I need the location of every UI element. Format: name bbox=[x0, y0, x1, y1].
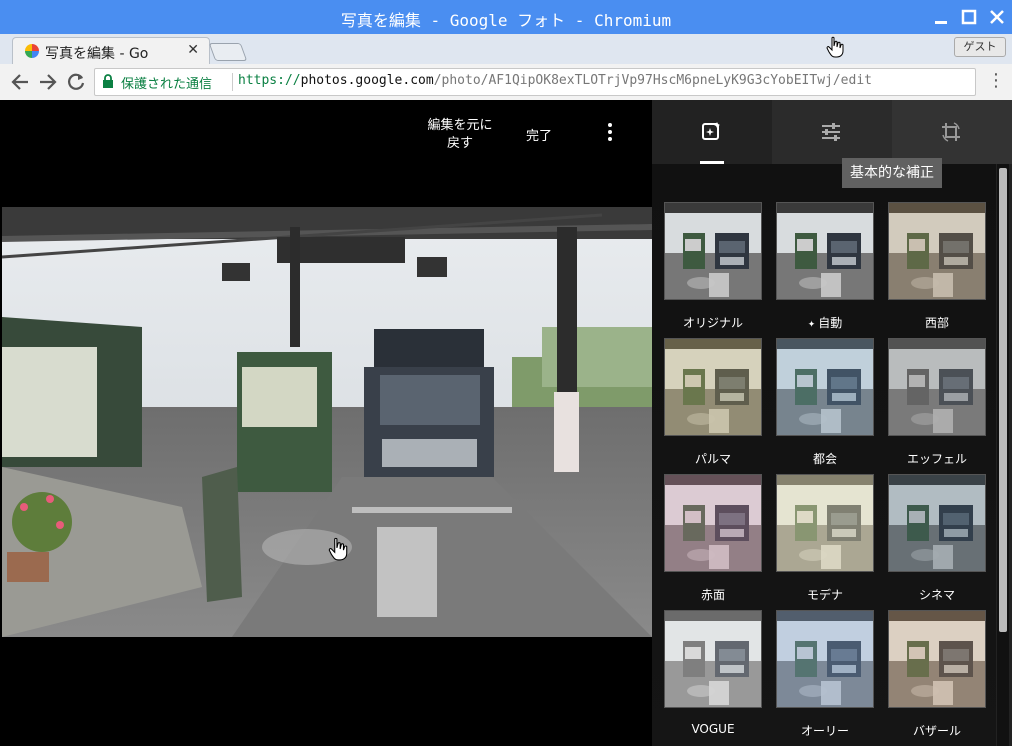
browser-toolbar: 保護された通信 https://photos.google.com/photo/… bbox=[0, 64, 1012, 101]
filter-thumbnail bbox=[664, 474, 762, 572]
filter-label-text: モデナ bbox=[806, 588, 843, 602]
filter-tile[interactable]: VOGUE bbox=[664, 610, 762, 736]
filter-label: ✦ 自動 bbox=[776, 314, 874, 331]
filter-tile[interactable]: パルマ bbox=[664, 338, 762, 467]
filter-thumbnail bbox=[888, 338, 986, 436]
window-titlebar: 写真を編集 - Google フォト - Chromium bbox=[0, 0, 1012, 34]
tab-title: 写真を編集 - Go bbox=[45, 46, 149, 62]
filter-thumbnail bbox=[776, 338, 874, 436]
done-button[interactable]: 完了 bbox=[526, 125, 552, 144]
panel-scrollbar-thumb[interactable] bbox=[999, 168, 1007, 632]
tooltip-basic-adjustments: 基本的な補正 bbox=[842, 158, 942, 188]
url-host: photos.google.com bbox=[300, 73, 434, 88]
new-tab-button[interactable] bbox=[208, 43, 248, 61]
filter-tile[interactable]: ✦ 自動 bbox=[776, 202, 874, 331]
filter-thumbnail bbox=[888, 474, 986, 572]
filter-thumbnail bbox=[776, 202, 874, 300]
filter-thumbnail bbox=[776, 474, 874, 572]
maximize-icon[interactable] bbox=[958, 6, 980, 28]
filters-icon bbox=[702, 122, 720, 140]
filter-tile[interactable]: シネマ bbox=[888, 474, 986, 603]
browser-menu-icon[interactable]: ⋮ bbox=[986, 70, 1006, 94]
more-vert-icon[interactable] bbox=[600, 120, 620, 144]
filter-tile[interactable]: エッフェル bbox=[888, 338, 986, 467]
filter-thumbnail bbox=[888, 202, 986, 300]
filter-label-text: VOGUE bbox=[691, 722, 735, 736]
filter-label-text: 都会 bbox=[812, 452, 837, 466]
photo-preview bbox=[2, 207, 652, 637]
close-icon[interactable] bbox=[986, 6, 1008, 28]
filter-label-text: バザール bbox=[912, 724, 961, 738]
tab-strip: 写真を編集 - Go ✕ ゲスト bbox=[0, 34, 1012, 65]
filter-label: エッフェル bbox=[888, 450, 986, 467]
minimize-icon[interactable] bbox=[930, 6, 952, 28]
undo-edits-button[interactable]: 編集を元に 戻す bbox=[418, 117, 502, 153]
auto-sparkle-icon: ✦ bbox=[807, 320, 819, 330]
filter-label-text: エッフェル bbox=[906, 452, 967, 466]
filter-label-text: 西部 bbox=[924, 316, 949, 330]
tab-basic-adjustments[interactable] bbox=[772, 100, 892, 164]
google-photos-favicon-icon bbox=[25, 44, 39, 58]
filter-label: バザール bbox=[888, 722, 986, 739]
tab-crop-rotate[interactable] bbox=[892, 100, 1012, 164]
tab-close-icon[interactable]: ✕ bbox=[187, 42, 199, 58]
undo-label-line1: 編集を元に bbox=[427, 118, 493, 133]
filter-tile[interactable]: 赤面 bbox=[664, 474, 762, 603]
filter-thumbnail bbox=[776, 610, 874, 708]
filter-label-text: オリジナル bbox=[682, 316, 743, 330]
filter-thumbnail bbox=[888, 610, 986, 708]
adjust-sliders-icon bbox=[822, 123, 840, 141]
lock-icon bbox=[103, 74, 113, 88]
filter-label-text: パルマ bbox=[694, 452, 731, 466]
reload-icon[interactable] bbox=[64, 70, 88, 94]
url-text: https://photos.google.com/photo/AF1QipOK… bbox=[238, 73, 872, 88]
crop-rotate-icon bbox=[942, 122, 960, 142]
address-bar[interactable]: 保護された通信 https://photos.google.com/photo/… bbox=[94, 68, 976, 96]
filter-label-text: オーリー bbox=[800, 724, 849, 738]
hand-cursor-icon bbox=[826, 36, 844, 58]
filter-thumbnail bbox=[664, 338, 762, 436]
forward-arrow-icon[interactable] bbox=[36, 70, 60, 94]
filter-label: 西部 bbox=[888, 314, 986, 331]
filter-label: パルマ bbox=[664, 450, 762, 467]
filter-tile[interactable]: オリジナル bbox=[664, 202, 762, 331]
filter-label-text: シネマ bbox=[918, 588, 955, 602]
hand-cursor-photo-icon bbox=[328, 537, 348, 561]
edit-panel: オリジナル ✦ 自動 西部パルマ 都会 エッフェル赤面 モデナ シネマ VOGUE オーリー バザ… bbox=[652, 100, 1012, 746]
window-title: 写真を編集 - Google フォト - Chromium bbox=[340, 11, 672, 30]
filter-label-text: 赤面 bbox=[700, 588, 725, 602]
filter-thumbnail bbox=[664, 610, 762, 708]
back-arrow-icon[interactable] bbox=[8, 70, 32, 94]
filter-grid: オリジナル ✦ 自動 西部パルマ 都会 エッフェル赤面 モデナ シネマ VOGUE オーリー バザ… bbox=[652, 164, 996, 746]
filter-tile[interactable]: バザール bbox=[888, 610, 986, 739]
filter-label: VOGUE bbox=[664, 722, 762, 736]
filter-tile[interactable]: 都会 bbox=[776, 338, 874, 467]
omnibox-separator bbox=[232, 73, 233, 91]
filter-label: オーリー bbox=[776, 722, 874, 739]
tab-filters[interactable] bbox=[652, 100, 772, 164]
filter-tile[interactable]: モデナ bbox=[776, 474, 874, 603]
url-scheme: https:// bbox=[238, 73, 301, 88]
filter-tile[interactable]: 西部 bbox=[888, 202, 986, 331]
browser-tab[interactable]: 写真を編集 - Go ✕ bbox=[12, 37, 210, 65]
filter-label: 都会 bbox=[776, 450, 874, 467]
undo-label-line2: 戻す bbox=[446, 136, 473, 151]
filter-thumbnail bbox=[664, 202, 762, 300]
filter-label: モデナ bbox=[776, 586, 874, 603]
filter-label: オリジナル bbox=[664, 314, 762, 331]
panel-scrollbar[interactable] bbox=[997, 164, 1009, 746]
security-label: 保護された通信 bbox=[121, 77, 213, 92]
edit-tabs bbox=[652, 100, 1012, 164]
filter-label-text: 自動 bbox=[818, 316, 843, 330]
filter-tile[interactable]: オーリー bbox=[776, 610, 874, 739]
filter-label: 赤面 bbox=[664, 586, 762, 603]
profile-button[interactable]: ゲスト bbox=[954, 37, 1006, 57]
url-path: /photo/AF1QipOK8exTLOTrjVp97HscM6pneLyK9… bbox=[433, 73, 872, 88]
photo-editor: 編集を元に 戻す 完了 オリジナル ✦ 自動 西部 パルマ 都会 エッフェル 赤… bbox=[0, 100, 1012, 746]
filter-label: シネマ bbox=[888, 586, 986, 603]
